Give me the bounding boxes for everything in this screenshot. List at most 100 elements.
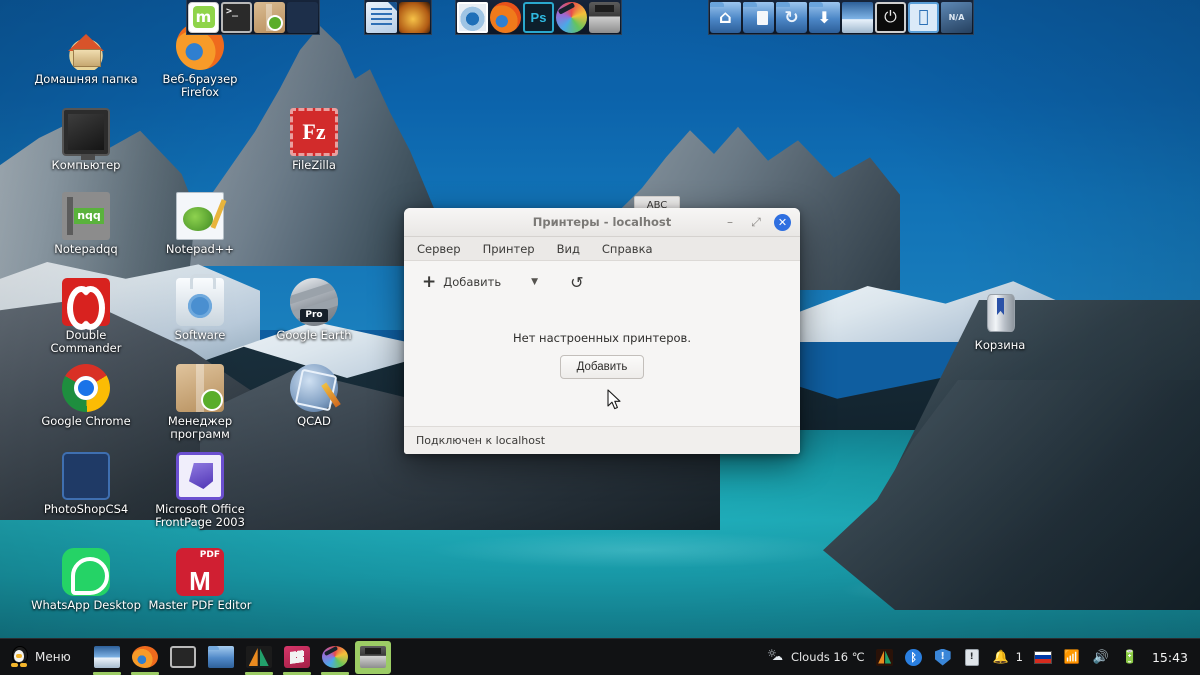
close-button[interactable]: ✕ bbox=[774, 213, 791, 231]
window-titlebar[interactable]: Принтеры - localhost – ⤢ ✕ bbox=[404, 208, 800, 237]
desktop-icon-notepadqq[interactable]: Notepadqq bbox=[30, 192, 142, 256]
photoshop-icon bbox=[62, 452, 110, 500]
chevron-down-icon[interactable]: ▼ bbox=[525, 271, 544, 293]
desktop-icon-trash[interactable]: Корзина bbox=[944, 288, 1056, 352]
start-menu-button[interactable]: Меню bbox=[0, 639, 83, 675]
desktop-icon-label: Microsoft Office FrontPage 2003 bbox=[155, 502, 245, 529]
refresh-icon[interactable]: ↺ bbox=[564, 270, 589, 295]
documents-folder-icon[interactable] bbox=[743, 1, 774, 33]
wifi-icon[interactable]: 📶 bbox=[1063, 648, 1081, 666]
gimp-icon[interactable] bbox=[399, 1, 430, 33]
taskbar-krita-icon bbox=[321, 646, 348, 668]
desktop-icon-computer[interactable]: Компьютер bbox=[30, 108, 142, 172]
maximize-button[interactable]: ⤢ bbox=[748, 214, 764, 230]
desktop-icon-photoshop[interactable]: PhotoShopCS4 bbox=[30, 452, 142, 516]
notifications-bell-icon[interactable]: 🔔 bbox=[992, 648, 1010, 666]
window-toolbar: + Добавить ▼ ↺ bbox=[404, 261, 800, 303]
printer-settings-icon[interactable] bbox=[589, 1, 620, 33]
taskbar-printers-icon bbox=[359, 646, 386, 668]
taskbar-windows-app-icon bbox=[283, 646, 310, 668]
clipboard-icon[interactable]: ! bbox=[963, 648, 981, 666]
desktop-icon-home-folder[interactable]: Домашняя папка bbox=[30, 22, 142, 86]
menu-item-3[interactable]: Справка bbox=[599, 240, 656, 258]
terminal-icon[interactable]: >_ bbox=[221, 1, 252, 33]
add-printer-label: Добавить bbox=[443, 275, 502, 289]
taskbar-terminal[interactable] bbox=[165, 641, 201, 674]
desktop-icon-master-pdf-editor[interactable]: Master PDF Editor bbox=[144, 548, 256, 612]
krita-icon[interactable] bbox=[556, 1, 587, 33]
keyboard-layout-ru-icon[interactable] bbox=[1033, 648, 1052, 666]
desktop-icon-qcad[interactable]: QCAD bbox=[258, 364, 370, 428]
taskbar-windows-app[interactable] bbox=[279, 641, 315, 675]
dock-group-2: Ps bbox=[455, 0, 622, 35]
desktop[interactable]: Домашняя папка Веб-браузер Firefox Компьют… bbox=[0, 0, 1200, 675]
taskbar-double-commander[interactable] bbox=[241, 641, 277, 675]
recent-folder-icon[interactable] bbox=[776, 1, 807, 33]
desktop-icon-google-chrome[interactable]: Google Chrome bbox=[30, 364, 142, 428]
taskbar-file-manager[interactable] bbox=[203, 641, 239, 674]
desktop-icon-frontpage[interactable]: Microsoft Office FrontPage 2003 bbox=[144, 452, 256, 529]
menu-item-2[interactable]: Вид bbox=[554, 240, 583, 258]
menu-item-1[interactable]: Принтер bbox=[480, 240, 538, 258]
libreoffice-writer-icon[interactable] bbox=[366, 1, 397, 33]
thunderbird-icon[interactable] bbox=[457, 1, 488, 33]
start-menu-label: Меню bbox=[35, 650, 71, 664]
desktop-icon-label: Компьютер bbox=[51, 158, 121, 172]
desktop-icon-whatsapp[interactable]: WhatsApp Desktop bbox=[30, 548, 142, 612]
show-desktop-icon[interactable] bbox=[842, 1, 873, 33]
taskbar-double-commander-icon bbox=[245, 646, 272, 668]
menu-item-0[interactable]: Сервер bbox=[414, 240, 464, 258]
taskbar-printers[interactable] bbox=[354, 640, 391, 674]
taskbar-firefox[interactable] bbox=[127, 641, 163, 675]
weather-icon bbox=[767, 647, 785, 665]
desktop-icon-label: Google Chrome bbox=[41, 414, 131, 428]
desktop-icon-software-center[interactable]: Software bbox=[144, 274, 256, 342]
home-folder-icon bbox=[62, 22, 110, 70]
linux-mint-menu-icon[interactable] bbox=[188, 1, 219, 33]
notepadpp-icon bbox=[176, 192, 224, 240]
desktop-icon-label: Корзина bbox=[974, 338, 1026, 352]
photoshop-icon[interactable]: Ps bbox=[523, 1, 554, 33]
firewall-shield-icon[interactable]: ! bbox=[934, 648, 952, 666]
volume-icon[interactable]: 🔊 bbox=[1092, 648, 1110, 666]
double-commander-tray-icon[interactable] bbox=[876, 648, 894, 666]
software-manager-icon bbox=[176, 364, 224, 412]
taskbar-file-manager-icon bbox=[207, 646, 234, 668]
accessibility-icon[interactable]: 􀉩 bbox=[908, 1, 939, 33]
printers-window[interactable]: Принтеры - localhost – ⤢ ✕ Сервер Принтер… bbox=[404, 208, 800, 454]
clock[interactable]: 15:43 bbox=[1152, 650, 1188, 665]
taskbar-firefox-icon bbox=[131, 646, 158, 668]
window-menubar: Сервер Принтер Вид Справка bbox=[404, 237, 800, 261]
desktop-icon-notepadpp[interactable]: Notepad++ bbox=[144, 192, 256, 256]
connection-status: Подключен к localhost bbox=[416, 434, 546, 447]
desktop-icon-double-commander[interactable]: Double Commander bbox=[30, 278, 142, 355]
battery-icon[interactable]: 🔋 bbox=[1121, 648, 1139, 666]
software-manager-icon[interactable] bbox=[254, 1, 285, 33]
dock-group-3: ⏻􀉩N/A bbox=[708, 0, 974, 35]
home-folder-icon[interactable] bbox=[710, 1, 741, 33]
whatsapp-icon bbox=[62, 548, 110, 596]
downloads-folder-icon[interactable] bbox=[809, 1, 840, 33]
taskbar-krita[interactable] bbox=[317, 641, 353, 675]
desktop-icon-google-earth[interactable]: Google Earth bbox=[258, 278, 370, 342]
minimize-button[interactable]: – bbox=[722, 214, 738, 230]
taskbar-show-desktop[interactable] bbox=[89, 641, 125, 675]
software-center-icon bbox=[176, 274, 224, 326]
window-content: Нет настроенных принтеров. Добавить bbox=[404, 303, 800, 426]
system-tray: Clouds 16 ℃ ᛒ ! ! 🔔 1 📶 🔊 🔋 15:43 bbox=[767, 639, 1200, 675]
google-chrome-icon bbox=[62, 364, 110, 412]
desktop-icon-filezilla[interactable]: FileZilla bbox=[258, 108, 370, 172]
desktop-icon-label: WhatsApp Desktop bbox=[31, 598, 141, 612]
power-icon[interactable]: ⏻ bbox=[875, 1, 906, 33]
bluetooth-icon[interactable]: ᛒ bbox=[905, 648, 923, 666]
taskbar[interactable]: Меню Clouds 16 ℃ ᛒ ! ! 🔔 1 📶 🔊 🔋 15:43 bbox=[0, 638, 1200, 675]
weather-widget[interactable]: Clouds 16 ℃ bbox=[767, 647, 865, 665]
workspace-switcher-icon[interactable] bbox=[287, 1, 318, 33]
trash-icon[interactable]: N/A bbox=[941, 1, 972, 33]
desktop-icon-label: Double Commander bbox=[50, 328, 122, 355]
desktop-icon-software-manager[interactable]: Менеджер программ bbox=[144, 364, 256, 441]
firefox-icon[interactable] bbox=[490, 1, 521, 33]
add-printer-button[interactable]: Добавить bbox=[559, 355, 645, 379]
linux-tux-icon bbox=[10, 646, 28, 668]
add-printer-toolbutton[interactable]: + Добавить bbox=[416, 270, 507, 295]
